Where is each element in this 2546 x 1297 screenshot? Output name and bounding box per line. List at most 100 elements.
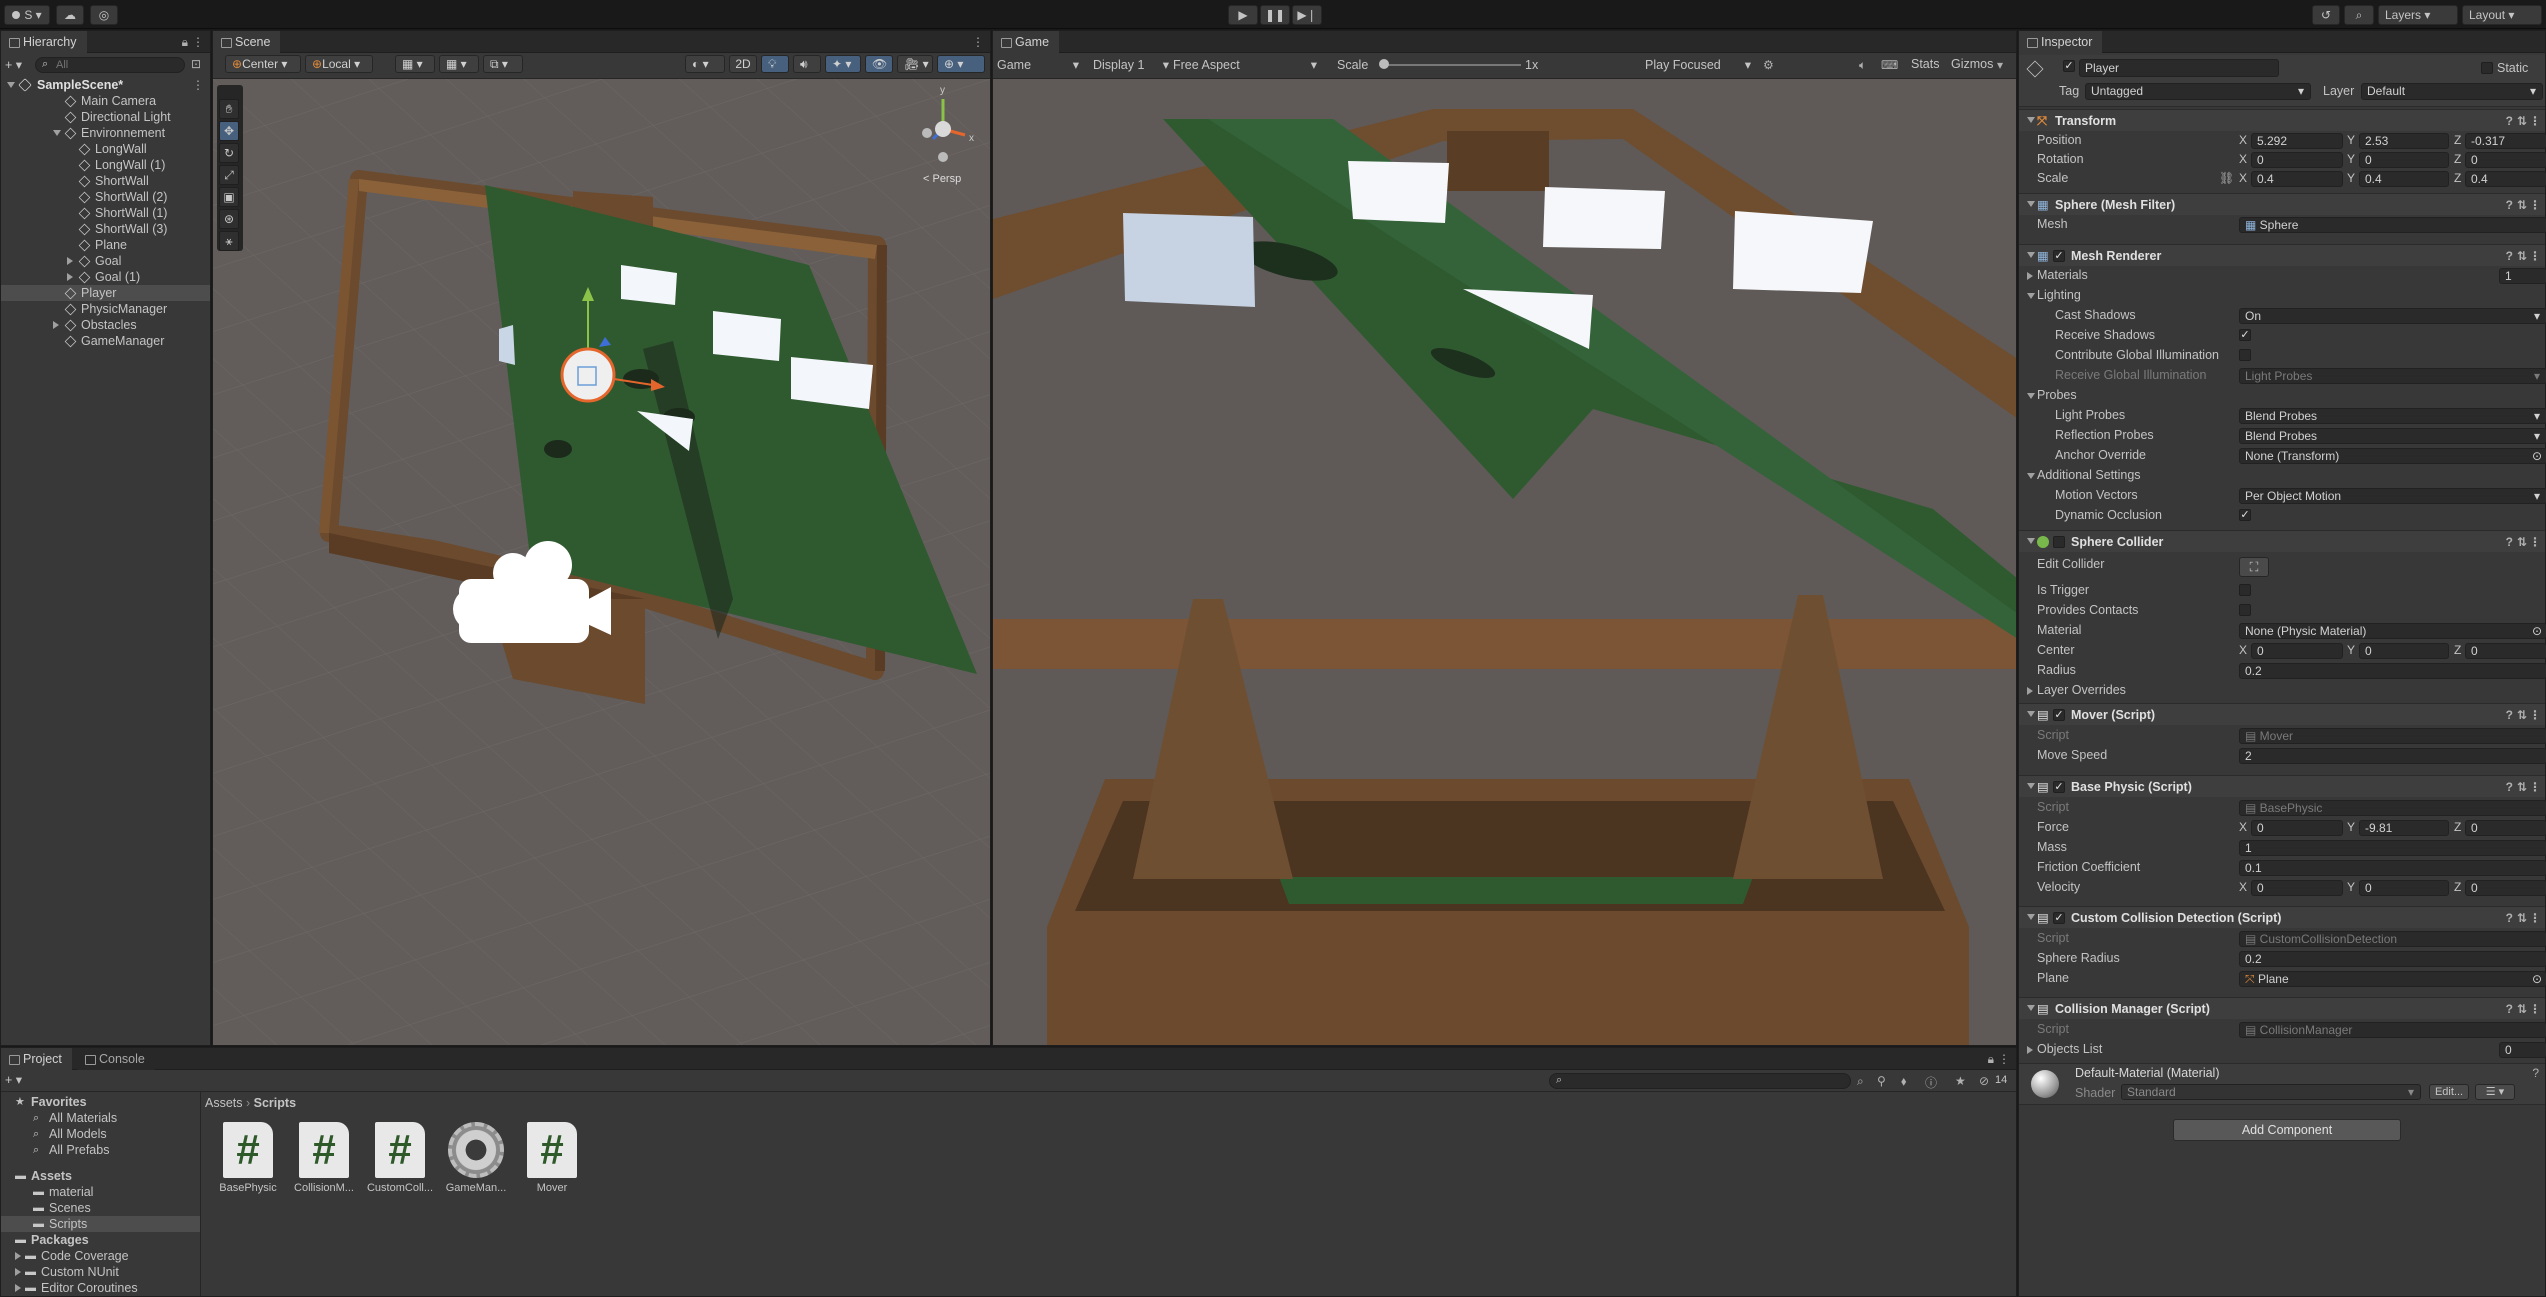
play-button[interactable]: ▶ (1228, 5, 1258, 25)
mesh-renderer-header[interactable]: ▦ ✓ Mesh Renderer ? ⇅ ⋮ (2019, 244, 2545, 266)
radius-field[interactable]: 0.2 (2239, 662, 2546, 679)
scale-thumb[interactable] (1379, 59, 1389, 69)
search-button[interactable]: ⌕ (2344, 5, 2374, 25)
increment-snap-button[interactable]: ▦ ▾ (439, 55, 479, 73)
lighting-row[interactable]: Lighting (2019, 286, 2545, 305)
component-menu-icon[interactable]: ⋮ (2529, 776, 2541, 798)
lighting-toggle[interactable]: 💡︎ (761, 55, 789, 73)
shader-edit-button[interactable]: Edit... (2429, 1084, 2469, 1100)
info-icon[interactable]: ⓘ (1925, 1074, 1937, 1091)
rotate-tool[interactable]: ↻ (219, 143, 239, 163)
rotation-y-field[interactable]: 0 (2359, 151, 2449, 168)
cloud-button[interactable]: ☁ (56, 5, 84, 25)
camera-settings-button[interactable]: 🎥︎ ▾ (897, 55, 933, 73)
rotation-x-field[interactable]: 0 (2251, 151, 2343, 168)
motion-vectors-dropdown[interactable]: Per Object Motion ▾ (2239, 487, 2546, 504)
tab-project[interactable]: Project (1, 1048, 72, 1070)
component-menu-icon[interactable]: ⋮ (2529, 704, 2541, 726)
collapse-arrow-icon[interactable] (53, 130, 61, 136)
presets-icon[interactable]: ⇅ (2517, 110, 2527, 132)
mute-audio-icon[interactable]: 🔈︎ (1859, 58, 1866, 73)
additional-settings-row[interactable]: Additional Settings (2019, 466, 2545, 485)
tab-scene[interactable]: Scene (213, 31, 281, 53)
fold-arrow-icon[interactable] (2027, 538, 2035, 544)
mover-enabled-checkbox[interactable]: ✓ (2053, 709, 2065, 721)
filter-icon[interactable]: ⊡ (191, 57, 201, 71)
layer-dropdown[interactable]: Default ▾ (2361, 83, 2543, 100)
hierarchy-item[interactable]: PhysicManager (1, 301, 210, 317)
object-picker-icon[interactable]: ⊙ (2532, 449, 2542, 463)
asset-folder-item[interactable]: ▬ Scripts (1, 1216, 200, 1232)
expand-arrow-icon[interactable] (15, 1252, 21, 1260)
project-file[interactable]: # BasePhysic (213, 1122, 283, 1194)
persp-label[interactable]: < Persp (923, 173, 961, 185)
object-picker-icon[interactable]: ⊙ (2532, 972, 2542, 986)
custom-collision-header[interactable]: ▤ ✓ Custom Collision Detection (Script) … (2019, 906, 2545, 928)
component-menu-icon[interactable]: ⋮ (2529, 998, 2541, 1020)
friction-field[interactable]: 0.1 (2239, 859, 2546, 876)
project-search[interactable]: ⌕ (1549, 1073, 1851, 1089)
collider-material-field[interactable]: None (Physic Material) ⊙ (2239, 622, 2546, 639)
transform-tool[interactable]: ⊛ (219, 209, 239, 229)
breadcrumb-scripts[interactable]: Scripts (254, 1096, 296, 1110)
gizmos-toggle[interactable]: Gizmos (1951, 57, 1993, 71)
mesh-object-field[interactable]: ▦ Sphere (2239, 216, 2546, 233)
component-menu-icon[interactable]: ⋮ (2529, 907, 2541, 929)
expand-arrow-icon[interactable] (7, 82, 15, 88)
expand-arrow-icon[interactable] (67, 273, 73, 281)
rotation-z-field[interactable]: 0 (2465, 151, 2546, 168)
hand-tool[interactable]: ✋︎ (219, 99, 239, 119)
component-menu-icon[interactable]: ⋮ (2529, 245, 2541, 267)
favorite-star-icon[interactable]: ★ (1955, 1074, 1966, 1088)
rect-tool[interactable]: ▣ (219, 187, 239, 207)
favorites-header[interactable]: ★ Favorites (1, 1094, 200, 1110)
position-z-field[interactable]: -0.317 (2465, 132, 2546, 149)
asset-folder-item[interactable]: ▬ material (1, 1184, 200, 1200)
layers-dropdown[interactable]: Layers ▾ (2378, 5, 2458, 25)
fold-arrow-icon[interactable] (2027, 117, 2035, 123)
expand-arrow-icon[interactable] (15, 1268, 21, 1276)
mass-field[interactable]: 1 (2239, 839, 2546, 856)
anchor-override-field[interactable]: None (Transform) ⊙ (2239, 447, 2546, 464)
scale-z-field[interactable]: 0.4 (2465, 170, 2546, 187)
sphere-collider-header[interactable]: Sphere Collider ? ⇅ ⋮ (2019, 530, 2545, 552)
position-x-field[interactable]: 5.292 (2251, 132, 2343, 149)
presets-icon[interactable]: ⇅ (2517, 907, 2527, 929)
light-probes-dropdown[interactable]: Blend Probes ▾ (2239, 407, 2546, 424)
scene-menu-icon[interactable]: ⋮ (192, 77, 204, 93)
orientation-gizmo[interactable]: y x < Persp (903, 85, 983, 189)
contribute-gi-checkbox[interactable] (2239, 349, 2251, 361)
fold-arrow-icon[interactable] (2027, 914, 2035, 920)
favorite-item[interactable]: ⌕ All Materials (1, 1110, 200, 1126)
center-z-field[interactable]: 0 (2465, 642, 2546, 659)
materials-count-field[interactable]: 1 (2499, 267, 2546, 284)
help-icon[interactable]: ? (2532, 1066, 2539, 1080)
center-y-field[interactable]: 0 (2359, 642, 2449, 659)
cast-shadows-dropdown[interactable]: On ▾ (2239, 307, 2546, 324)
object-picker-icon[interactable]: ⊙ (2532, 624, 2542, 638)
create-button[interactable]: + ▾ (5, 57, 27, 73)
tag-dropdown[interactable]: Untagged ▾ (2085, 83, 2311, 100)
expand-arrow-icon[interactable] (15, 1284, 21, 1292)
hidden-objects-toggle[interactable]: 👁︎ (865, 55, 893, 73)
audio-toggle[interactable]: 🔊︎ (793, 55, 821, 73)
display-dropdown[interactable]: Display 1 ▾ (1093, 56, 1169, 74)
hierarchy-item[interactable]: LongWall (1) (1, 157, 210, 173)
package-folder-item[interactable]: ▬ Editor Coroutines (1, 1280, 200, 1296)
receive-shadows-checkbox[interactable]: ✓ (2239, 329, 2251, 341)
scene-viewport[interactable]: ✋︎ ✥ ↻ ⤢ ▣ ⊛ ⚹ y x < Persp (213, 79, 990, 1045)
object-name-field[interactable]: Player (2079, 59, 2279, 77)
breadcrumb-assets[interactable]: Assets (205, 1096, 243, 1110)
project-file[interactable]: # CustomColl... (365, 1122, 435, 1194)
help-icon[interactable]: ? (2506, 998, 2513, 1020)
edit-collider-button[interactable]: ⛶ (2239, 557, 2269, 577)
presets-icon[interactable]: ⇅ (2517, 998, 2527, 1020)
shader-menu-button[interactable]: ☰ ▾ (2475, 1084, 2515, 1100)
base-physic-header[interactable]: ▤ ✓ Base Physic (Script) ? ⇅ ⋮ (2019, 775, 2545, 797)
gizmos-toggle[interactable]: ⊕ ▾ (937, 55, 985, 73)
help-icon[interactable]: ? (2506, 245, 2513, 267)
package-folder-item[interactable]: ▬ Custom NUnit (1, 1264, 200, 1280)
provides-contacts-checkbox[interactable] (2239, 604, 2251, 616)
shader-dropdown[interactable]: Standard ▾ (2121, 1084, 2421, 1100)
draw-mode-button[interactable]: ◐ ▾ (685, 55, 725, 73)
